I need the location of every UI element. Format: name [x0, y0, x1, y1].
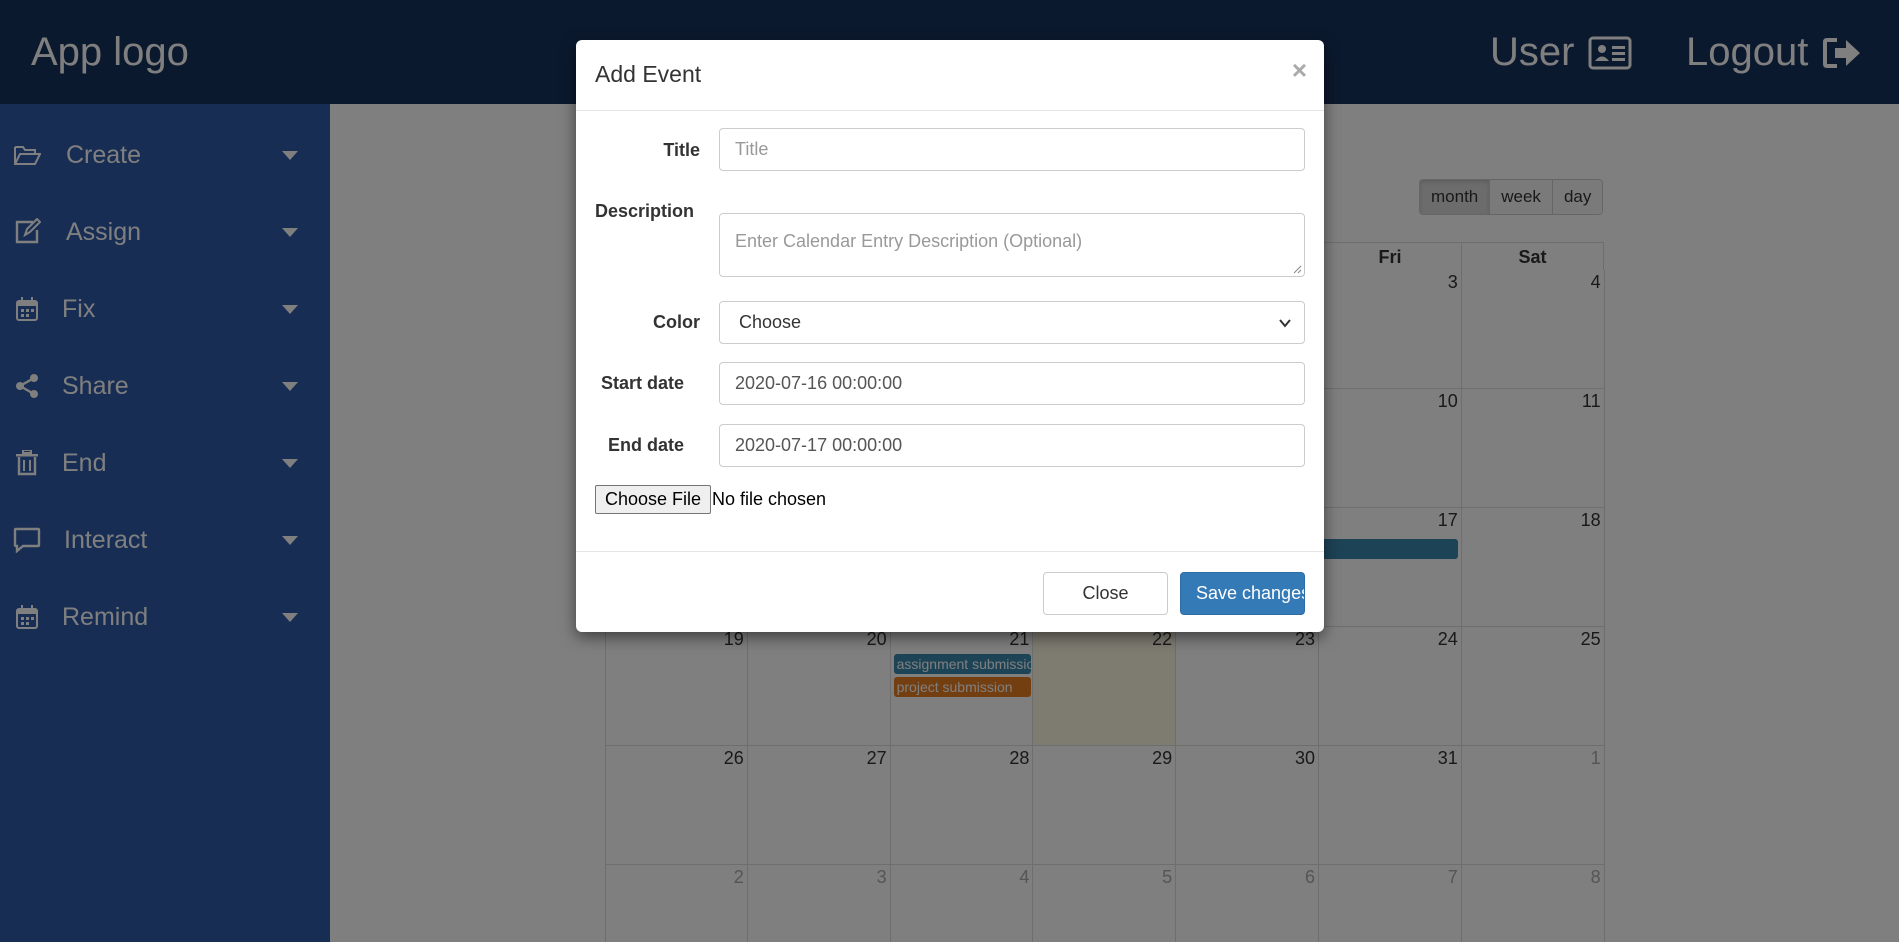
color-select[interactable]: Choose: [719, 301, 1305, 344]
description-label: Description: [595, 201, 695, 221]
resize-grip-icon[interactable]: [1292, 264, 1302, 274]
color-select-value: Choose: [739, 312, 802, 332]
save-changes-button[interactable]: Save changes: [1180, 572, 1305, 615]
title-input[interactable]: Title: [719, 128, 1305, 171]
add-event-modal: Add Event × Title Title Description Ente…: [576, 40, 1324, 632]
chevron-down-icon: [1279, 319, 1291, 328]
modal-header: Add Event ×: [576, 40, 1324, 111]
close-icon[interactable]: ×: [1292, 55, 1307, 86]
description-textarea[interactable]: Enter Calendar Entry Description (Option…: [719, 213, 1305, 277]
end-date-input[interactable]: 2020-07-17 00:00:00: [719, 424, 1305, 467]
end-date-label: End date: [608, 435, 685, 455]
file-status: No file chosen: [712, 489, 827, 509]
modal-footer: Close Save changes: [576, 551, 1324, 632]
description-placeholder: Enter Calendar Entry Description (Option…: [735, 231, 1083, 251]
color-label: Color: [653, 312, 700, 332]
choose-file-button[interactable]: Choose File: [595, 485, 712, 514]
start-date-label: Start date: [601, 373, 685, 393]
close-button[interactable]: Close: [1043, 572, 1168, 615]
modal-title: Add Event: [595, 61, 702, 87]
start-date-input[interactable]: 2020-07-16 00:00:00: [719, 362, 1305, 405]
title-label: Title: [663, 140, 700, 160]
